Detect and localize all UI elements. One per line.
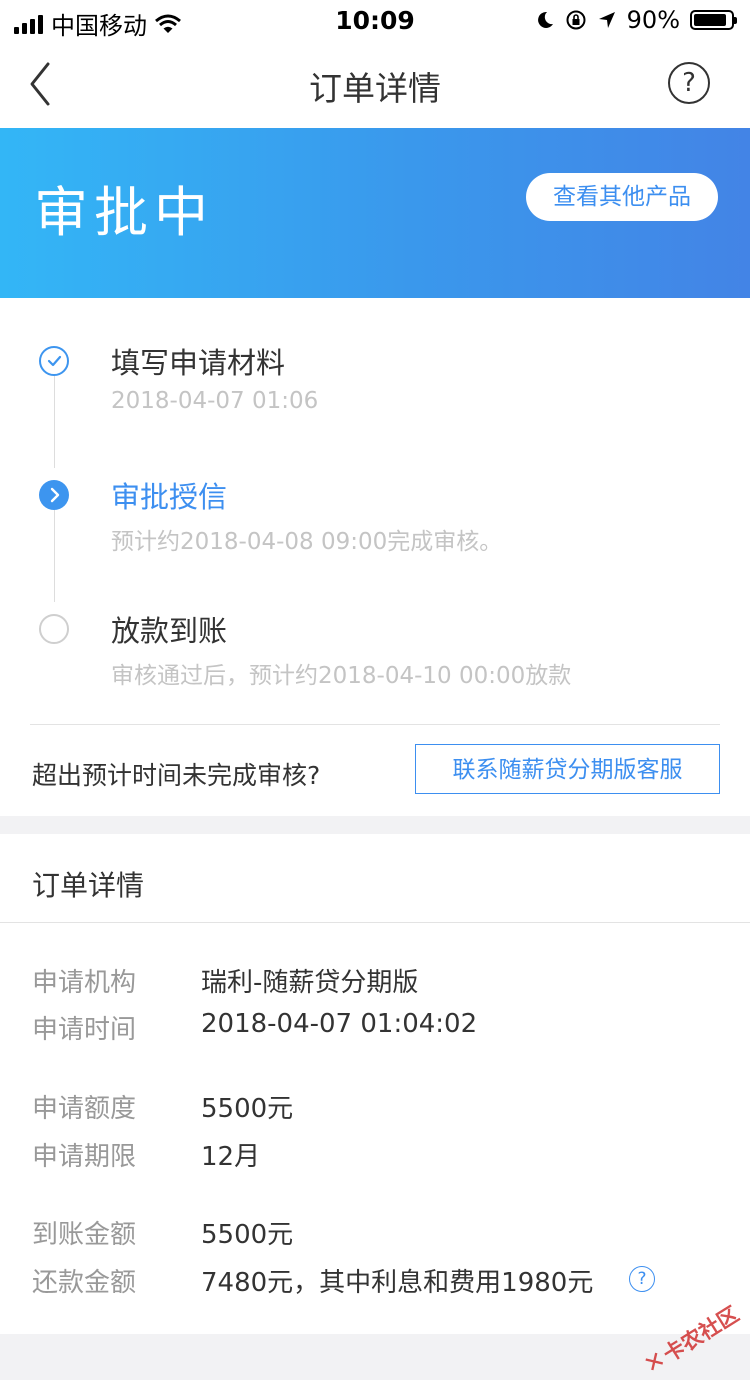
detail-label: 申请期限 — [32, 1142, 137, 1172]
detail-value: 7480元，其中利息和费用1980元 — [201, 1268, 594, 1298]
status-right: 90% — [535, 6, 737, 34]
timeline-line — [54, 510, 55, 602]
divider — [0, 922, 750, 923]
status-banner: 审批中 查看其他产品 — [0, 128, 750, 298]
detail-value: 5500元 — [201, 1094, 294, 1124]
help-button[interactable]: ? — [668, 62, 710, 104]
battery-icon — [690, 10, 737, 30]
pending-circle-icon — [39, 614, 69, 644]
detail-label: 还款金额 — [32, 1268, 137, 1298]
detail-value: 5500元 — [201, 1220, 294, 1250]
step-3-subtitle: 审核通过后，预计约2018-04-10 00:00放款 — [111, 663, 572, 689]
step-2-title: 审批授信 — [111, 480, 228, 514]
detail-value: 瑞利-随薪贷分期版 — [201, 968, 419, 998]
divider — [30, 724, 720, 725]
nav-bar: 订单详情 ? — [0, 40, 750, 128]
timeline-line — [54, 376, 55, 468]
rotation-lock-icon — [566, 10, 586, 30]
chevron-right-icon — [39, 480, 69, 510]
question-info-icon[interactable]: ? — [629, 1266, 655, 1292]
detail-label: 申请额度 — [32, 1094, 137, 1124]
step-1-subtitle: 2018-04-07 01:06 — [111, 388, 319, 414]
moon-icon — [537, 11, 553, 28]
step-2-subtitle: 预计约2018-04-08 09:00完成审核。 — [111, 529, 503, 555]
order-status-title: 审批中 — [34, 181, 214, 244]
step-1-title: 填写申请材料 — [111, 346, 286, 380]
detail-label: 到账金额 — [32, 1220, 137, 1250]
progress-card: 填写申请材料 2018-04-07 01:06 审批授信 预计约2018-04-… — [0, 298, 750, 816]
contact-support-button[interactable]: 联系随薪贷分期版客服 — [415, 744, 720, 794]
order-details-header: 订单详情 — [32, 869, 145, 902]
location-arrow-icon — [598, 12, 615, 28]
detail-value: 12月 — [201, 1142, 261, 1172]
detail-value: 2018-04-07 01:04:02 — [201, 1009, 478, 1039]
detail-label: 申请时间 — [32, 1015, 137, 1045]
check-icon — [39, 346, 69, 376]
status-bar: 中国移动 10:09 90% — [0, 0, 750, 40]
view-other-products-button[interactable]: 查看其他产品 — [526, 173, 718, 221]
page-title: 订单详情 — [309, 69, 441, 108]
step-3-title: 放款到账 — [111, 614, 228, 648]
overdue-question: 超出预计时间未完成审核? — [32, 761, 321, 790]
battery-percent: 90% — [626, 6, 680, 34]
detail-label: 申请机构 — [32, 968, 137, 998]
order-details-card: 订单详情 申请机构 瑞利-随薪贷分期版 申请时间 2018-04-07 01:0… — [0, 834, 750, 1334]
